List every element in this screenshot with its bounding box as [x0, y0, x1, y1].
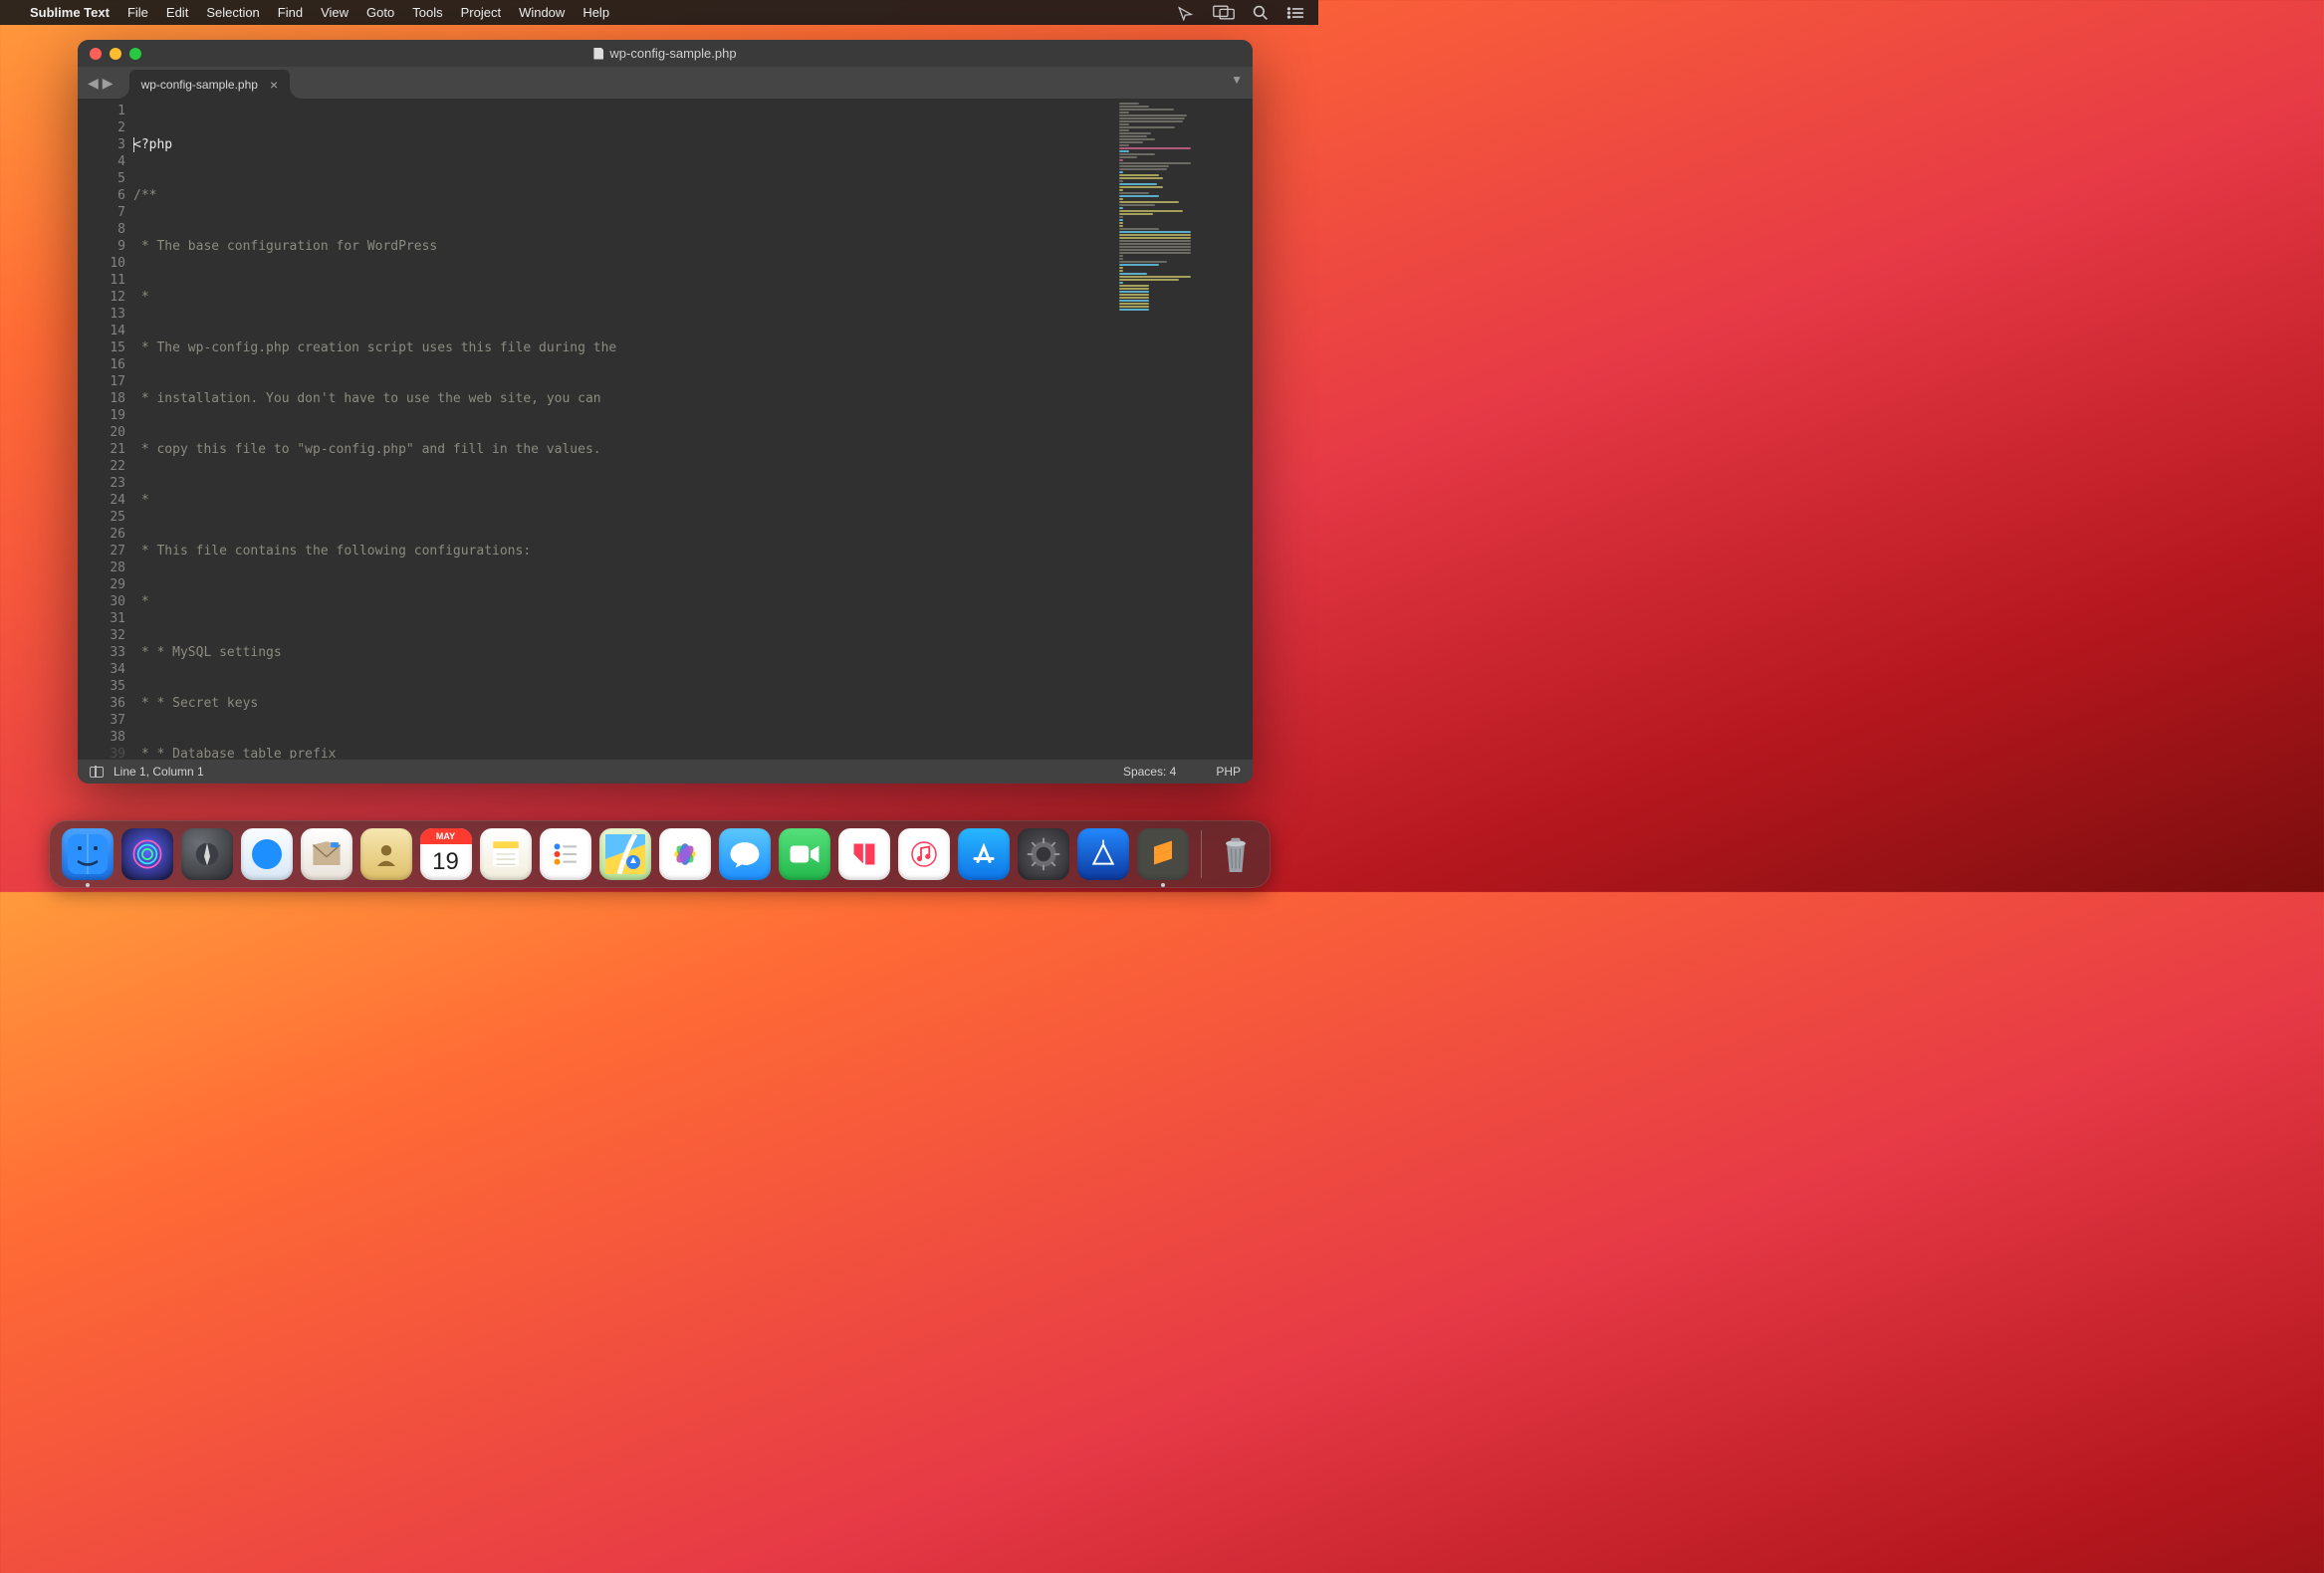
menu-view[interactable]: View [321, 5, 349, 20]
menu-selection[interactable]: Selection [206, 5, 259, 20]
contacts-app-icon[interactable] [360, 828, 412, 880]
xcode-app-icon[interactable] [1077, 828, 1129, 880]
safari-app-icon[interactable] [241, 828, 293, 880]
macos-dock: MAY 19 [49, 820, 1271, 888]
menu-edit[interactable]: Edit [166, 5, 188, 20]
code-editor[interactable]: 1234567891011121314151617181920212223242… [78, 99, 1113, 759]
nav-forward-icon[interactable]: ▶ [103, 75, 114, 92]
music-app-icon[interactable] [898, 828, 950, 880]
sidebar-toggle-icon[interactable] [90, 767, 104, 778]
appstore-app-icon[interactable] [958, 828, 1010, 880]
line-number-gutter: 1234567891011121314151617181920212223242… [78, 99, 133, 759]
nav-back-icon[interactable]: ◀ [88, 75, 99, 92]
siri-app-icon[interactable] [121, 828, 173, 880]
status-bar: Line 1, Column 1 Spaces: 4 PHP [78, 759, 1253, 784]
messages-app-icon[interactable] [719, 828, 771, 880]
facetime-app-icon[interactable] [779, 828, 830, 880]
menu-project[interactable]: Project [461, 5, 501, 20]
trash-icon[interactable] [1214, 829, 1258, 879]
window-titlebar[interactable]: wp-config-sample.php [78, 40, 1253, 67]
menu-find[interactable]: Find [278, 5, 303, 20]
menu-help[interactable]: Help [582, 5, 609, 20]
tab-bar: ◀ ▶ wp-config-sample.php × ▼ [78, 67, 1253, 99]
tab-close-icon[interactable]: × [270, 77, 278, 93]
syntax-mode[interactable]: PHP [1216, 765, 1241, 779]
news-app-icon[interactable] [838, 828, 890, 880]
app-name-menu[interactable]: Sublime Text [30, 5, 110, 20]
macos-menubar: Sublime Text File Edit Selection Find Vi… [0, 0, 1318, 25]
indentation-setting[interactable]: Spaces: 4 [1123, 765, 1176, 779]
window-title: wp-config-sample.php [609, 46, 736, 61]
menu-file[interactable]: File [127, 5, 148, 20]
file-tab[interactable]: wp-config-sample.php × [129, 70, 291, 99]
settings-app-icon[interactable] [1018, 828, 1069, 880]
photos-app-icon[interactable] [659, 828, 711, 880]
minimap[interactable] [1113, 99, 1253, 759]
window-minimize-button[interactable] [110, 48, 121, 60]
calendar-month: MAY [420, 828, 472, 844]
reminders-app-icon[interactable] [540, 828, 591, 880]
calendar-app-icon[interactable]: MAY 19 [420, 828, 472, 880]
menu-tools[interactable]: Tools [412, 5, 442, 20]
cursor-status-icon[interactable] [1177, 5, 1195, 21]
maps-app-icon[interactable] [599, 828, 651, 880]
menu-goto[interactable]: Goto [366, 5, 394, 20]
tab-label: wp-config-sample.php [141, 78, 258, 92]
screen-mirror-icon[interactable] [1213, 5, 1235, 20]
editor-window: wp-config-sample.php ◀ ▶ wp-config-sampl… [78, 40, 1253, 784]
code-content[interactable]: <?php /** * The base configuration for W… [133, 99, 1113, 759]
launchpad-app-icon[interactable] [181, 828, 233, 880]
menu-window[interactable]: Window [519, 5, 565, 20]
spotlight-search-icon[interactable] [1253, 5, 1269, 21]
file-icon [593, 48, 603, 60]
window-zoom-button[interactable] [129, 48, 141, 60]
control-center-icon[interactable] [1286, 6, 1304, 20]
sublime-text-app-icon[interactable] [1137, 828, 1189, 880]
window-close-button[interactable] [90, 48, 102, 60]
tab-overflow-icon[interactable]: ▼ [1231, 73, 1243, 87]
calendar-day: 19 [420, 844, 472, 880]
notes-app-icon[interactable] [480, 828, 532, 880]
mail-app-icon[interactable] [301, 828, 352, 880]
cursor-position: Line 1, Column 1 [114, 765, 204, 779]
finder-app-icon[interactable] [62, 828, 114, 880]
dock-divider [1201, 830, 1202, 878]
